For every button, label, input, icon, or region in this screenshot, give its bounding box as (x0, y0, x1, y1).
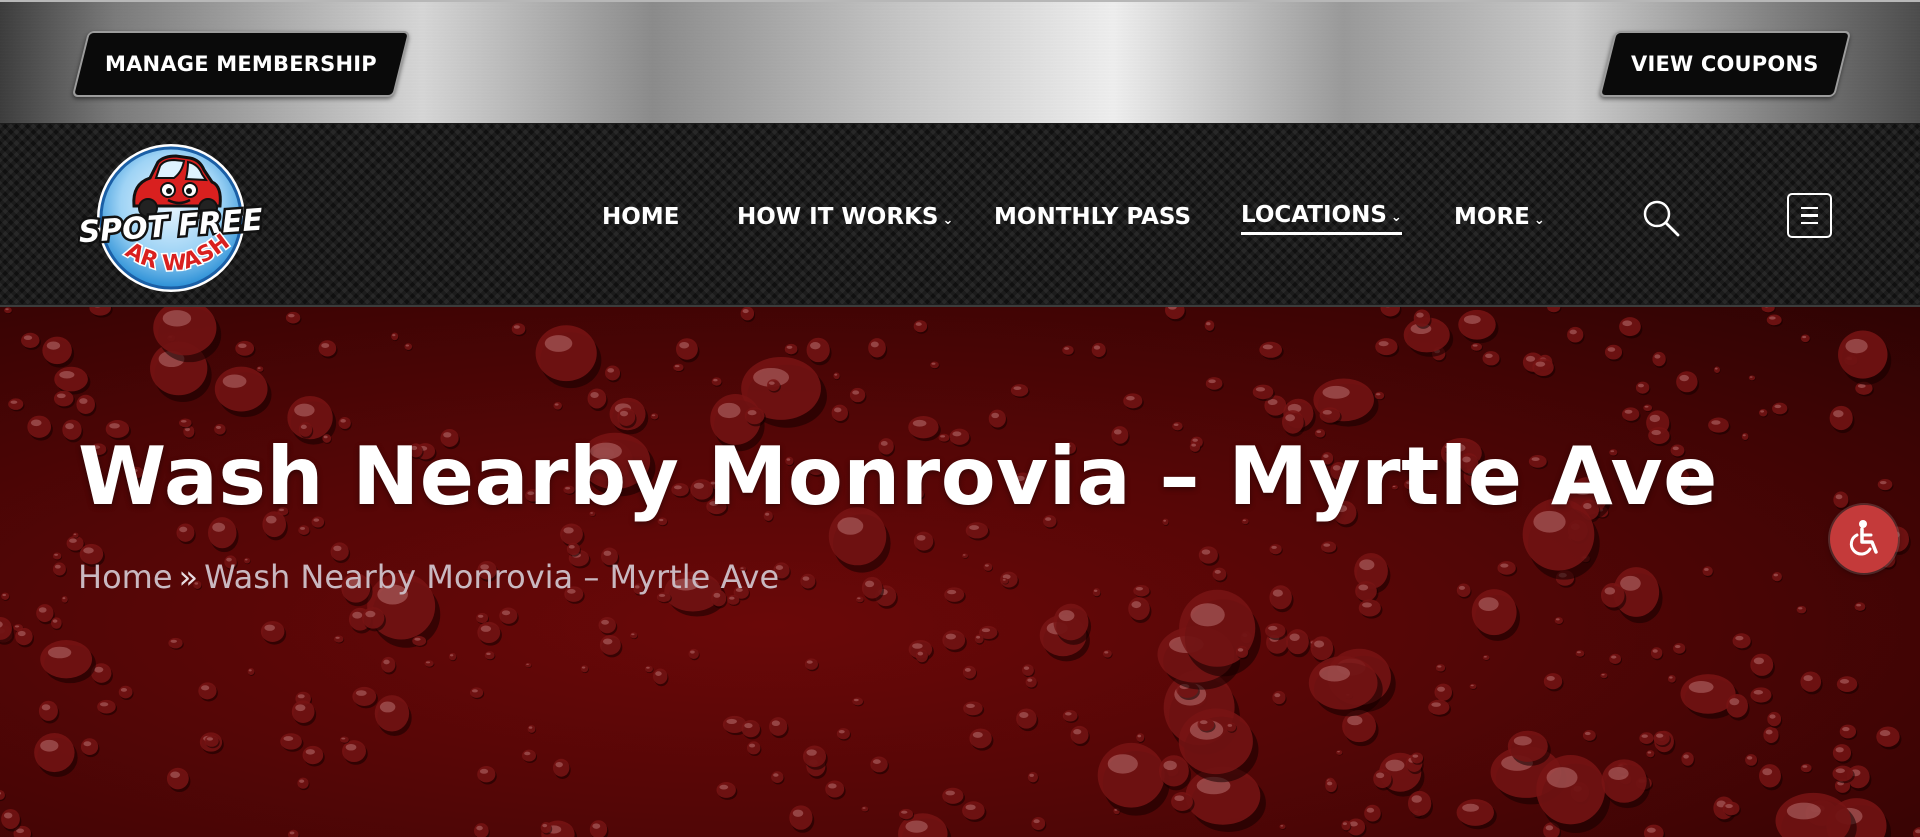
nav-how-it-works-label: HOW IT WORKS (737, 204, 939, 230)
chevron-down-icon: ⌄ (942, 212, 954, 228)
accessibility-icon (1849, 520, 1878, 556)
view-coupons-button[interactable]: VIEW COUPONS (1598, 31, 1852, 97)
menu-line (1801, 206, 1818, 210)
nav-monthly-pass-label: MONTHLY PASS (994, 204, 1192, 230)
manage-membership-label: MANAGE MEMBERSHIP (105, 52, 377, 76)
nav-locations[interactable]: LOCATIONS ⌄ (1241, 199, 1402, 235)
chevron-down-icon: ⌄ (1390, 210, 1402, 225)
nav-more[interactable]: MORE ⌄ (1454, 199, 1545, 235)
manage-membership-button[interactable]: MANAGE MEMBERSHIP (71, 31, 411, 97)
menu-icon[interactable] (1787, 193, 1832, 238)
nav-monthly-pass[interactable]: MONTHLY PASS (994, 199, 1191, 235)
breadcrumb-current: Wash Nearby Monrovia – Myrtle Ave (204, 558, 780, 596)
breadcrumb-home-link[interactable]: Home (78, 558, 173, 596)
main-navbar (0, 123, 1920, 307)
menu-line (1801, 221, 1818, 225)
nav-locations-label: LOCATIONS (1241, 201, 1387, 228)
nav-more-label: MORE (1454, 204, 1530, 230)
accessibility-button[interactable] (1830, 505, 1898, 573)
nav-home-label: HOME (602, 204, 680, 230)
nav-home[interactable]: HOME (602, 199, 679, 235)
menu-line (1801, 214, 1818, 217)
breadcrumb-separator: » (178, 558, 199, 596)
view-coupons-label: VIEW COUPONS (1631, 52, 1819, 76)
search-icon[interactable] (1641, 198, 1681, 238)
top-utility-bar: MANAGE MEMBERSHIP VIEW COUPONS (0, 0, 1920, 123)
chevron-down-icon: ⌄ (1533, 212, 1545, 228)
breadcrumb: Home» Wash Nearby Monrovia – Myrtle Ave (78, 558, 779, 596)
spot-free-car-wash-logo[interactable]: SPOT FREE CAR WASH (78, 140, 264, 296)
nav-how-it-works[interactable]: HOW IT WORKS ⌄ (737, 199, 953, 235)
page-title: Wash Nearby Monrovia – Myrtle Ave (78, 430, 1718, 523)
